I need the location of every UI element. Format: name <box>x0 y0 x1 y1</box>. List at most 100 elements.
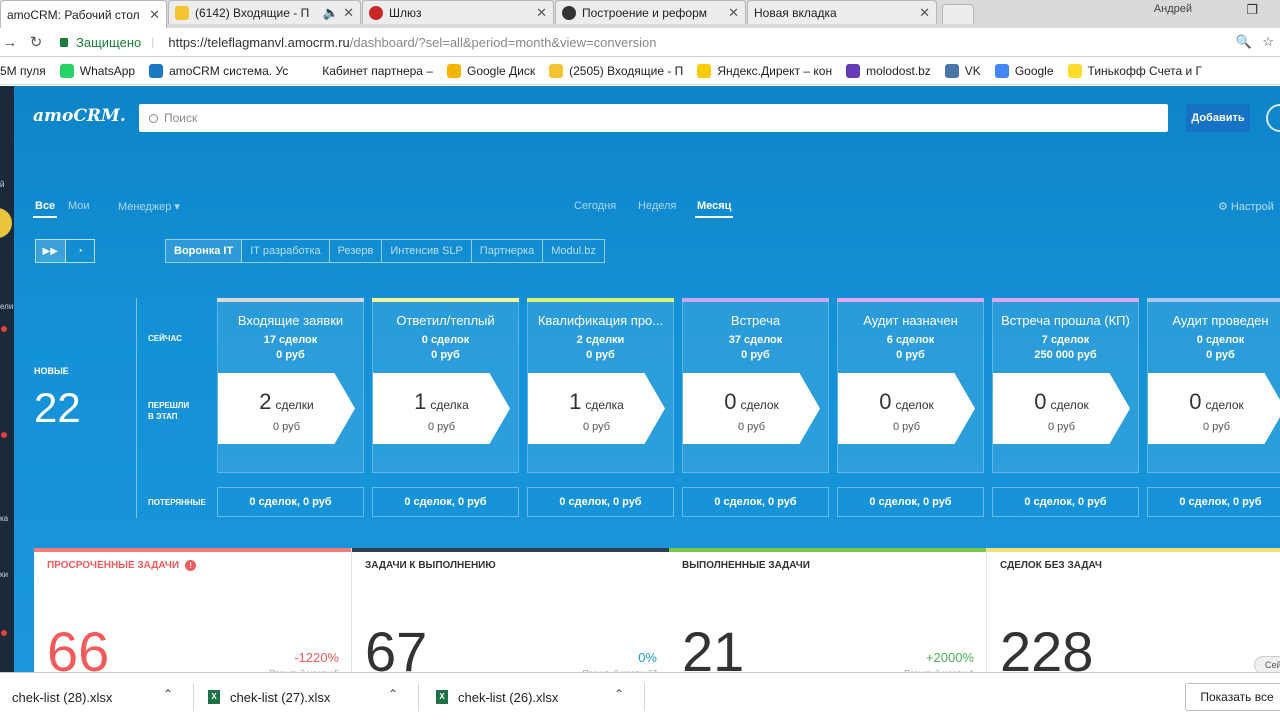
tab-title: (6142) Входящие - П <box>195 5 310 20</box>
period-today[interactable]: Сегодня <box>574 200 616 212</box>
bookmark-item[interactable]: amoCRM система. Ус <box>149 63 288 78</box>
moved-sum: 0 руб <box>892 421 921 433</box>
pipeline-tab[interactable]: Партнерка <box>472 240 544 262</box>
restore-window-icon[interactable]: ❐ <box>1246 2 1258 18</box>
moved-number: 0 <box>879 389 892 414</box>
search-input[interactable]: Поиск <box>139 104 1168 132</box>
left-nav-strip: й ели ка ки <box>0 86 14 672</box>
stage-card[interactable]: Встреча прошла (КП) 7 сделок 250 000 руб 0 с… <box>992 298 1139 473</box>
bookmark-item[interactable]: Кабинет партнера – <box>302 63 433 78</box>
bookmark-item[interactable]: molodost.bz <box>846 63 931 78</box>
stage-card[interactable]: Квалификация про... 2 сделки 0 руб 1 сделка 0… <box>527 298 674 473</box>
settings-link[interactable]: ⚙ Настрой <box>1218 200 1274 213</box>
bookmark-label: VK <box>964 63 981 78</box>
new-deals-count: 22 <box>34 384 81 431</box>
mute-icon[interactable]: 🔈 <box>323 5 339 21</box>
task-title-text: СДЕЛОК БЕЗ ЗАДАЧ <box>1000 560 1102 571</box>
filter-all[interactable]: Все <box>32 200 58 218</box>
lost-deals[interactable]: 0 сделок, 0 руб <box>1147 487 1280 517</box>
stage-card[interactable]: Встреча 37 сделок 0 руб 0 сделок 0 руб <box>682 298 829 473</box>
stage-deal-count: 17 сделок <box>263 334 318 346</box>
task-card[interactable]: СДЕЛОК БЕЗ ЗАДАЧ 228 <box>987 548 1280 672</box>
moved-unit: сделок <box>895 398 934 412</box>
pie-view-icon[interactable]: ◔ <box>66 240 95 262</box>
lost-deals[interactable]: 0 сделок, 0 руб <box>372 487 519 517</box>
bookmark-item[interactable]: Яндекс.Директ – кон <box>697 63 832 78</box>
stage-card[interactable]: Ответил/теплый 0 сделок 0 руб 1 сделка 0 руб <box>372 298 519 473</box>
show-all-downloads-button[interactable]: Показать все <box>1185 683 1280 711</box>
secure-indicator[interactable]: Защищено <box>60 35 141 50</box>
stage-card[interactable]: Аудит проведен 0 сделок 0 руб 0 сделок 0 руб <box>1147 298 1280 473</box>
url-field[interactable]: https://teleflagmanvl.amocrm.ru/dashboar… <box>168 35 656 50</box>
timer-icon[interactable] <box>1266 104 1280 132</box>
task-card[interactable]: ЗАДАЧИ К ВЫПОЛНЕНИЮ670%Прошлый месяц: 67 <box>352 548 670 672</box>
period-month[interactable]: Месяц <box>694 200 734 218</box>
bookmark-label: Google <box>1014 63 1054 78</box>
tab-new[interactable]: Новая вкладка ✕ <box>747 0 937 24</box>
zoom-icon[interactable]: 🔍 <box>1236 34 1252 50</box>
bookmark-item[interactable]: Google Диск <box>446 63 535 78</box>
lost-deals[interactable]: 0 сделок, 0 руб <box>682 487 829 517</box>
reload-icon[interactable]: ↻ <box>26 33 46 51</box>
filter-mine[interactable]: Мои <box>68 200 90 212</box>
lost-deals[interactable]: 0 сделок, 0 руб <box>837 487 984 517</box>
chevron-up-icon[interactable]: ⌃ <box>388 687 398 701</box>
task-color-bar <box>352 548 669 552</box>
download-filename: chek-list (26).xlsx <box>458 689 559 705</box>
lost-deals[interactable]: 0 сделок, 0 руб <box>527 487 674 517</box>
nav-handle[interactable] <box>0 208 12 238</box>
bookmark-star-icon[interactable]: ☆ <box>1262 34 1274 50</box>
forward-icon[interactable]: → <box>0 34 20 51</box>
search-icon <box>149 113 158 123</box>
bookmark-item[interactable]: (2505) Входящие - П <box>549 63 683 78</box>
new-tab-button[interactable] <box>942 4 974 24</box>
funnel-view-icon[interactable]: ▶▶ <box>36 240 66 262</box>
chevron-up-icon[interactable]: ⌃ <box>163 687 173 701</box>
tab-gateway[interactable]: Шлюз ✕ <box>362 0 554 24</box>
period-week[interactable]: Неделя <box>638 200 676 212</box>
bookmark-item[interactable]: WhatsApp <box>59 63 135 78</box>
tab-inbox[interactable]: (6142) Входящие - П 🔈 ✕ <box>168 0 361 24</box>
stage-card[interactable]: Входящие заявки 17 сделок 0 руб 2 сделки 0 ру… <box>217 298 364 473</box>
task-card[interactable]: ВЫПОЛНЕННЫЕ ЗАДАЧИ21+2000%Прошлый месяц:… <box>669 548 987 672</box>
bookmark-label: molodost.bz <box>866 63 931 78</box>
bookmark-item[interactable]: 5М пуля <box>0 64 46 78</box>
pipeline-tab[interactable]: IT разработка <box>242 240 330 262</box>
tab-amocrm[interactable]: amoCRM: Рабочий стол ✕ <box>0 0 167 28</box>
moved-unit: сделка <box>585 398 624 412</box>
close-tab-icon[interactable]: ✕ <box>919 5 930 21</box>
add-button[interactable]: Добавить <box>1186 104 1250 132</box>
bookmark-item[interactable]: Тинькофф Счета и Г <box>1067 63 1202 78</box>
filter-manager[interactable]: Менеджер ▾ <box>118 200 180 213</box>
funnel-divider <box>136 298 137 518</box>
lost-deals[interactable]: 0 сделок, 0 руб <box>992 487 1139 517</box>
stage-color-bar <box>682 298 829 302</box>
close-tab-icon[interactable]: ✕ <box>149 7 160 23</box>
moved-sum: 0 руб <box>1202 421 1231 433</box>
download-item[interactable]: chek-list (28).xlsx ⌃ <box>12 673 183 720</box>
pipeline-tab[interactable]: Интенсив SLP <box>382 240 472 262</box>
pipeline-tab[interactable]: Modul.bz <box>543 240 604 262</box>
moved-count: 1 сделка <box>528 389 665 415</box>
lost-deals[interactable]: 0 сделок, 0 руб <box>217 487 364 517</box>
pipeline-tab[interactable]: Резерв <box>330 240 383 262</box>
task-title-text: ВЫПОЛНЕННЫЕ ЗАДАЧИ <box>682 560 810 571</box>
download-item[interactable]: Xchek-list (27).xlsx ⌃ <box>208 673 408 720</box>
close-tab-icon[interactable]: ✕ <box>728 5 739 21</box>
amocrm-logo[interactable]: amoCRM. <box>33 106 126 126</box>
moved-unit: сделок <box>1205 398 1244 412</box>
task-title: ПРОСРОЧЕННЫЕ ЗАДАЧИ! <box>47 560 197 571</box>
stage-card[interactable]: Аудит назначен 6 сделок 0 руб 0 сделок 0 руб <box>837 298 984 473</box>
tab-reform[interactable]: Построение и реформ ✕ <box>555 0 746 24</box>
bookmark-item[interactable]: VK <box>944 63 981 78</box>
close-tab-icon[interactable]: ✕ <box>536 5 547 21</box>
profile-name[interactable]: Андрей <box>1154 3 1192 15</box>
task-card[interactable]: ПРОСРОЧЕННЫЕ ЗАДАЧИ!66-1220%Прошлый меся… <box>34 548 352 672</box>
chevron-up-icon[interactable]: ⌃ <box>614 687 624 701</box>
close-tab-icon[interactable]: ✕ <box>343 5 354 21</box>
pipeline-tab[interactable]: Воронка IT <box>166 240 243 262</box>
row-label-now: СЕЙЧАС <box>148 334 182 343</box>
download-item[interactable]: Xchek-list (26).xlsx ⌃ <box>436 673 634 720</box>
side-tab[interactable]: Сейчас <box>1254 656 1280 672</box>
bookmark-item[interactable]: Google <box>994 63 1054 78</box>
